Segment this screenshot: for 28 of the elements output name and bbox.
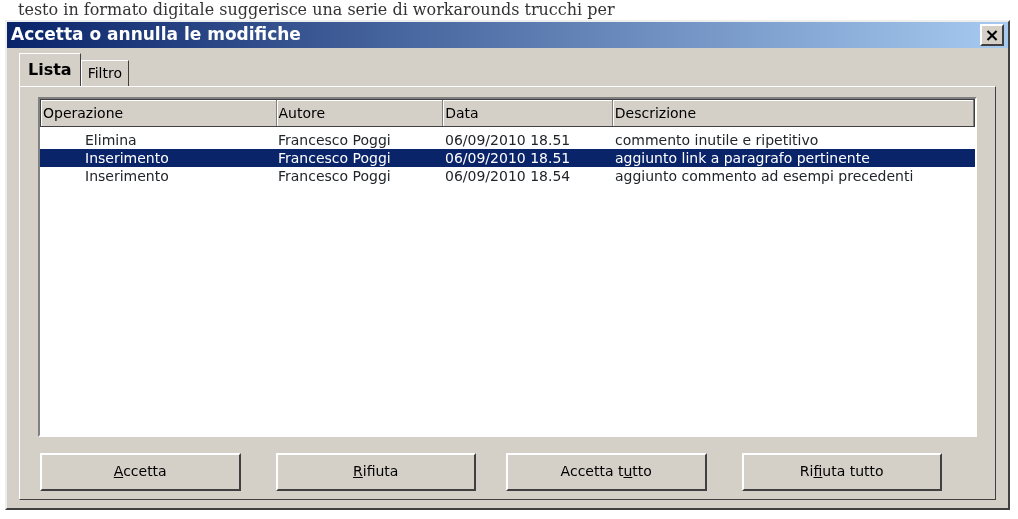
column-header[interactable]: Data [443,99,613,126]
table-cell: 06/09/2010 18.51 [445,149,571,166]
table-row[interactable]: Elimina Francesco Poggi 06/09/2010 18.51 commento inutile e ripetitivo [40,130,975,149]
table-cell: Elimina [85,131,137,148]
column-header[interactable]: Descrizione [612,99,974,126]
action-button[interactable]: Accetta tutto [506,452,707,491]
table-cell: Francesco Poggi [278,149,391,166]
table-cell: Inserimento [85,149,169,166]
window-title: Accetta o annulla le modifiche [11,23,301,46]
table-row[interactable]: Inserimento Francesco Poggi 06/09/2010 18.54 aggiunto commento ad esempi precedenti [40,166,975,185]
table-cell: 06/09/2010 18.51 [445,131,571,148]
table-row[interactable]: Inserimento Francesco Poggi 06/09/2010 18.51 aggiunto link a paragrafo pertinente [40,148,975,167]
table-cell: 06/09/2010 18.54 [445,167,571,184]
tab[interactable]: Filtro [80,59,129,86]
table-cell: aggiunto commento ad esempi precedenti [615,167,914,184]
action-button[interactable]: Accetta [40,452,241,491]
action-button[interactable]: Rifiuta tutto [741,452,942,491]
table-cell: Inserimento [85,167,169,184]
table-cell: Francesco Poggi [278,131,391,148]
tab[interactable]: Lista [19,52,81,86]
column-header[interactable]: Autore [276,99,444,126]
document-text: testo in formato digitale suggerisce una serie di workarounds trucchi per [17,0,616,20]
table-cell: aggiunto link a paragrafo pertinente [615,149,870,166]
table-cell: Francesco Poggi [278,167,391,184]
close-button[interactable]: × [980,23,1004,46]
column-header[interactable]: Operazione [41,99,277,126]
action-button[interactable]: Rifiuta [275,452,476,491]
table-cell: commento inutile e ripetitivo [615,131,819,148]
